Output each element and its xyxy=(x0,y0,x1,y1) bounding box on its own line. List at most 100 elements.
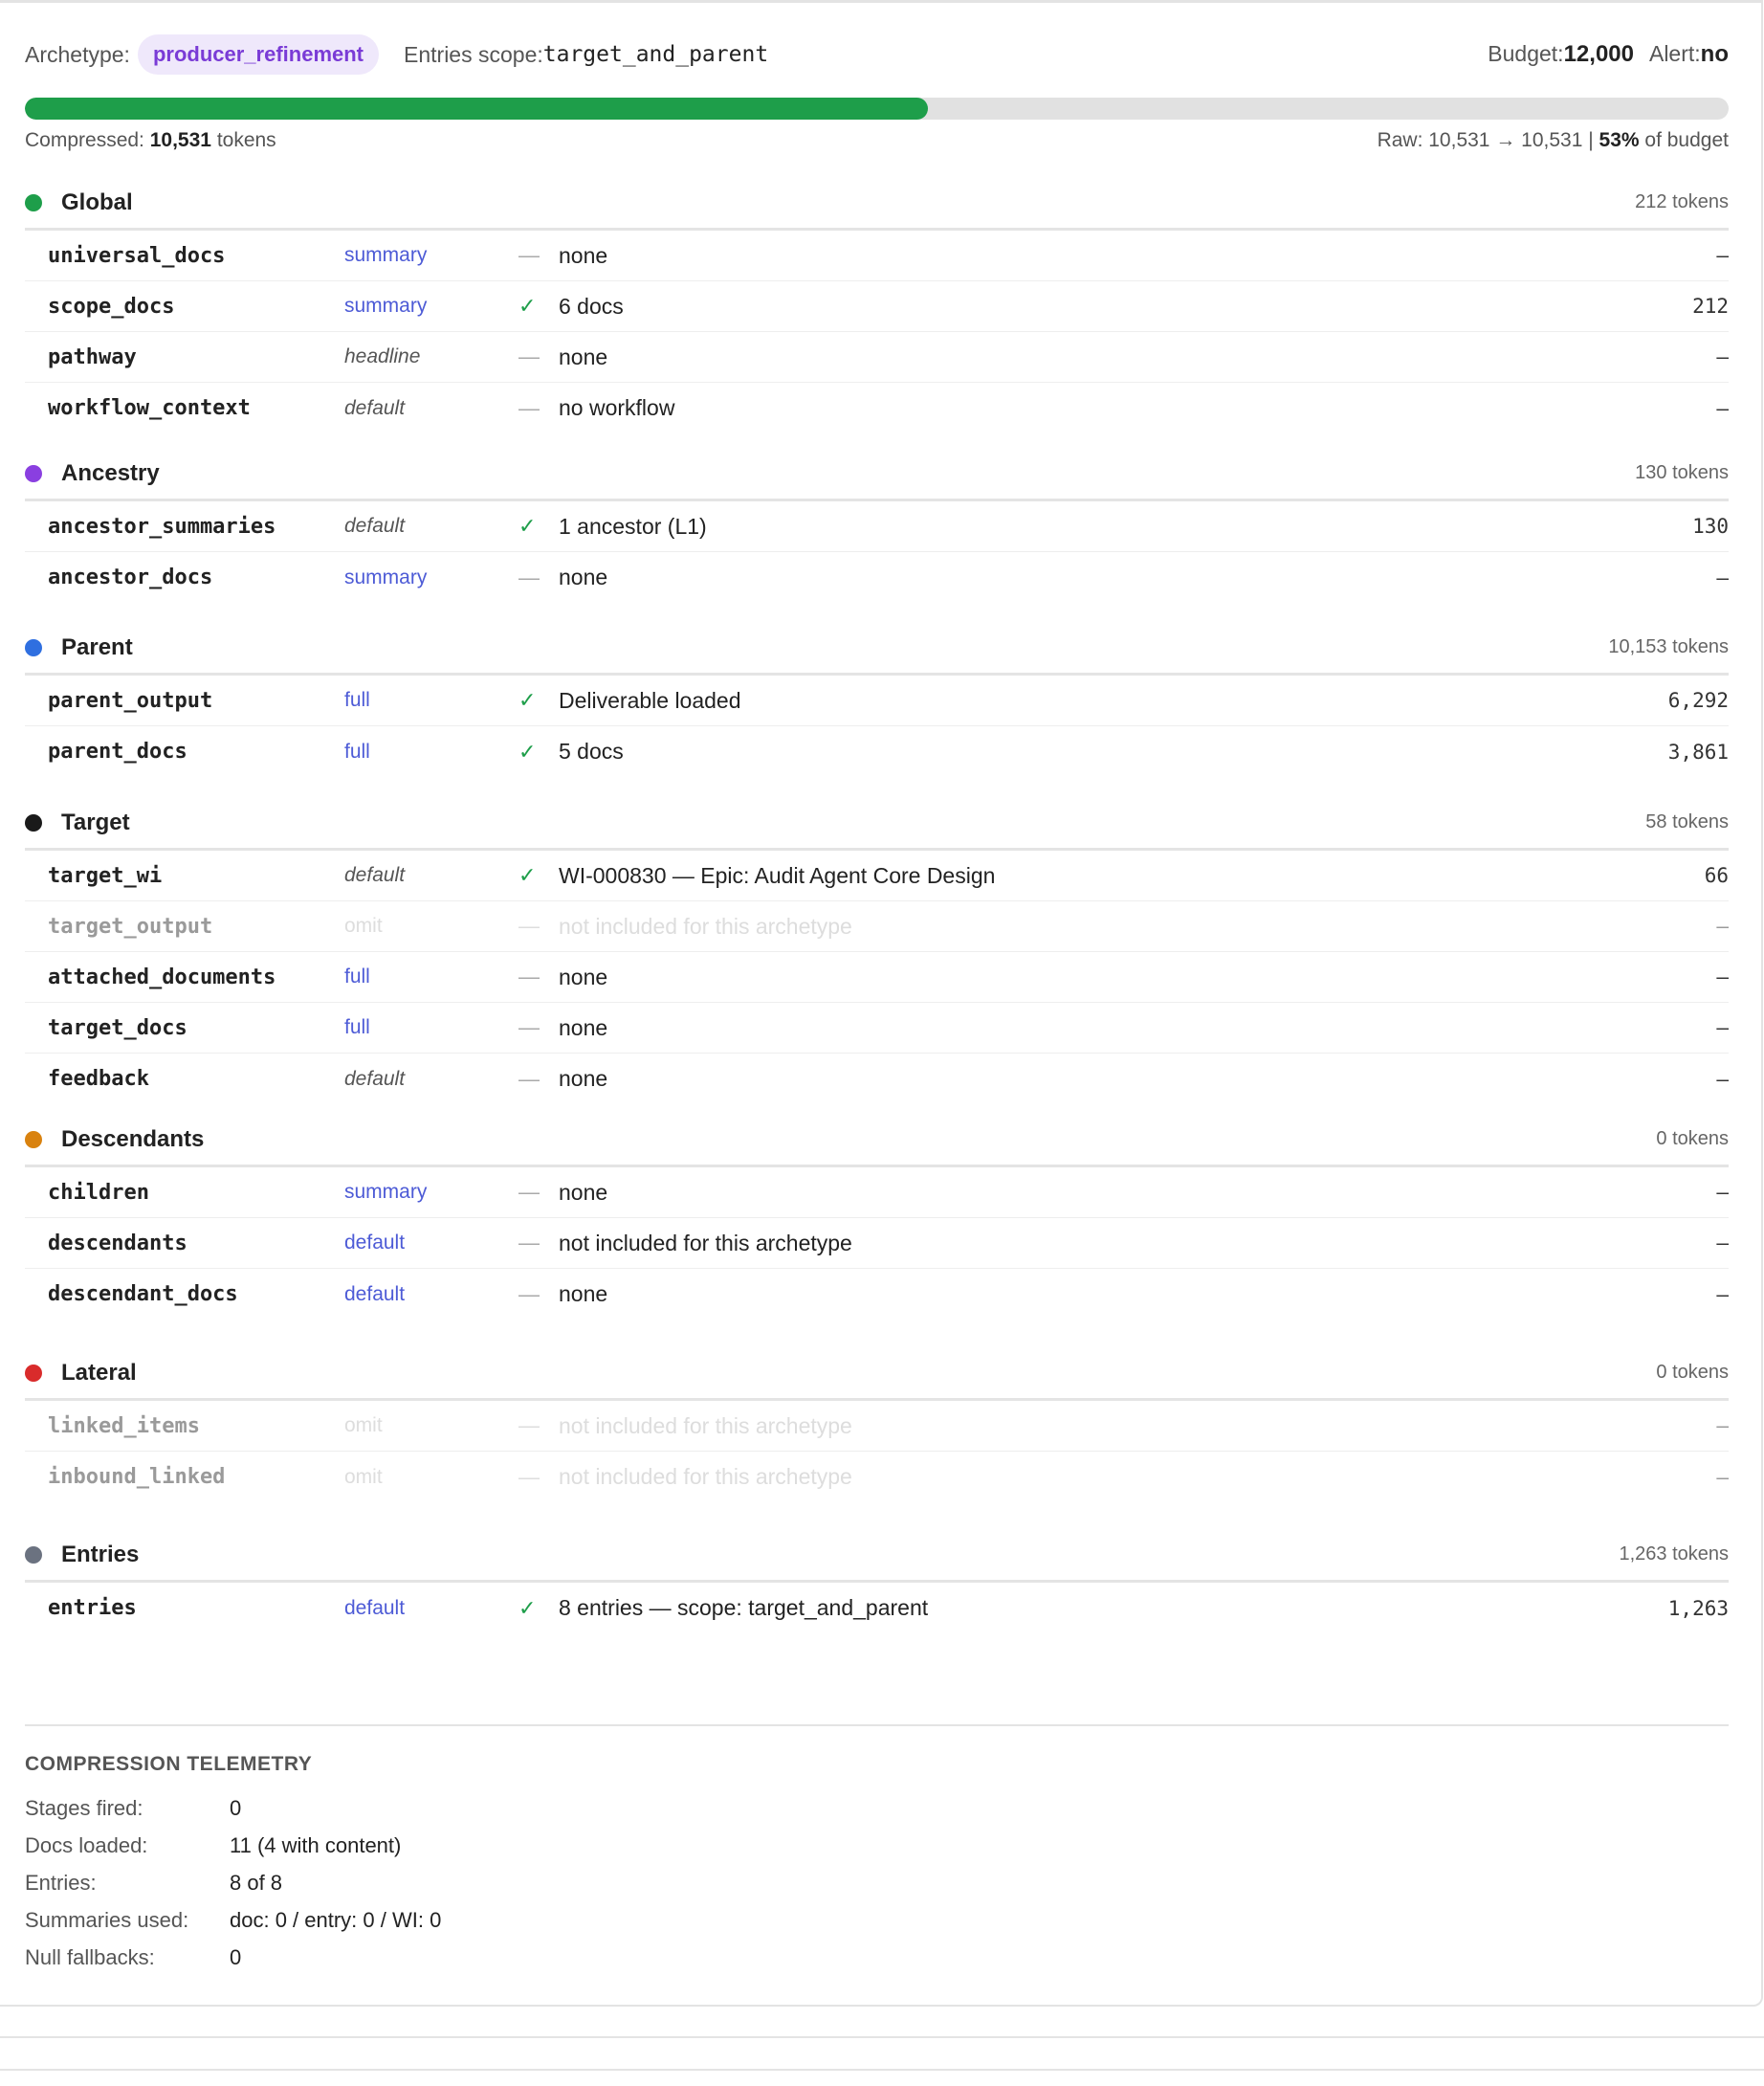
row-token-count: – xyxy=(1716,1067,1729,1091)
section-title: Descendants xyxy=(61,1125,205,1152)
telemetry-value: 0 xyxy=(230,1944,242,1969)
row-token-count: 66 xyxy=(1704,864,1729,887)
row-mode: summary xyxy=(344,566,428,588)
section-token-count: 58 tokens xyxy=(1645,811,1729,832)
row-name: target_output xyxy=(48,914,213,939)
section-rows: ancestor_summaries default ✓ 1 ancestor (L1… xyxy=(25,501,1729,603)
dash-icon: — xyxy=(518,1413,540,1437)
section-rows: universal_docs summary — none – scope_docs sum… xyxy=(25,231,1729,433)
section-dot-icon xyxy=(25,464,42,482)
context-budget-card: Archetype: producer_refinement Entries s… xyxy=(0,0,1763,2007)
dash-icon: — xyxy=(518,965,540,988)
row-description: not included for this archetype xyxy=(559,1230,852,1255)
section-global: Global 212 tokens universal_docs summary — no… xyxy=(25,177,1729,433)
row-token-count: – xyxy=(1716,1465,1729,1489)
section-entries: Entries 1,263 tokens entries default ✓ 8 entr… xyxy=(25,1529,1729,1633)
check-icon: ✓ xyxy=(518,514,537,538)
section-dot-icon xyxy=(25,193,42,211)
telemetry-row: Stages fired: 0 xyxy=(25,1789,1729,1827)
row-name: descendants xyxy=(48,1231,187,1255)
row-description: 5 docs xyxy=(559,739,624,764)
row-mode: omit xyxy=(344,1414,383,1436)
check-icon: ✓ xyxy=(518,739,537,764)
dash-icon: — xyxy=(518,565,540,589)
alert-label: Alert: xyxy=(1648,41,1701,66)
row-description: none xyxy=(559,565,608,589)
budget-header: Archetype: producer_refinement Entries s… xyxy=(25,33,1729,76)
row-mode: full xyxy=(344,689,370,711)
dash-icon: — xyxy=(518,1464,540,1489)
dash-icon: — xyxy=(518,1066,540,1091)
telemetry-row: Summaries used: doc: 0 / entry: 0 / WI: 0 xyxy=(25,1901,1729,1939)
check-icon: ✓ xyxy=(518,1595,537,1620)
row-token-count: – xyxy=(1716,1232,1729,1254)
row-mode: omit xyxy=(344,915,383,937)
section-title: Target xyxy=(61,809,130,835)
section-title: Global xyxy=(61,189,133,215)
budget-progress-fill xyxy=(25,98,928,120)
section-dot-icon xyxy=(25,1364,42,1382)
telemetry-label: Docs loaded: xyxy=(25,1832,148,1857)
row-description: not included for this archetype xyxy=(559,1412,852,1438)
check-icon: ✓ xyxy=(518,294,537,318)
row-mode: full xyxy=(344,740,370,763)
entries-scope-label: Entries scope: xyxy=(404,41,543,67)
telemetry-label: Summaries used: xyxy=(25,1907,189,1932)
raw-summary: Raw: 10,531 → 10,531 | 53% of budget xyxy=(1378,129,1729,152)
divider-line xyxy=(0,2036,1764,2038)
dash-icon: — xyxy=(518,395,540,420)
raw-suffix: of budget xyxy=(1644,129,1729,151)
telemetry-row: Entries: 8 of 8 xyxy=(25,1864,1729,1901)
row-token-count: 1,263 xyxy=(1667,1596,1729,1620)
row-description: not included for this archetype xyxy=(559,1464,852,1489)
section-rows: parent_output full ✓ Deliverable loaded 6,29… xyxy=(25,676,1729,777)
alert-value: no xyxy=(1700,41,1729,67)
budget-alert-group: Budget:12,000 Alert:no xyxy=(1488,41,1729,68)
section-descendants: Descendants 0 tokens children summary — none –… xyxy=(25,1114,1729,1320)
compressed-label: Compressed: xyxy=(25,129,144,151)
row-mode: omit xyxy=(344,1465,383,1488)
row-description: none xyxy=(559,964,608,989)
compression-telemetry: COMPRESSION TELEMETRY Stages fired: 0 Docs… xyxy=(25,1724,1729,1976)
section-dot-icon xyxy=(25,638,42,656)
entries-scope-value: target_and_parent xyxy=(542,42,769,67)
context-row-ancestor-summaries: ancestor_summaries default ✓ 1 ancestor (L1… xyxy=(25,501,1729,552)
section-rows: linked_items omit — not included for this a… xyxy=(25,1401,1729,1502)
row-mode: default xyxy=(344,864,406,886)
row-name: parent_output xyxy=(48,688,213,713)
row-mode: headline xyxy=(344,345,421,367)
context-row-descendants: descendants default — not included for this… xyxy=(25,1218,1729,1269)
row-description: 1 ancestor (L1) xyxy=(559,513,707,539)
row-name: linked_items xyxy=(48,1413,200,1438)
row-name: scope_docs xyxy=(48,294,175,319)
section-dot-icon xyxy=(25,1130,42,1148)
telemetry-value: 0 xyxy=(230,1795,242,1820)
check-icon: ✓ xyxy=(518,688,537,712)
row-token-count: 212 xyxy=(1692,295,1729,318)
section-header: Descendants 0 tokens xyxy=(25,1114,1729,1167)
telemetry-value: 11 (4 with content) xyxy=(230,1832,402,1857)
row-mode: default xyxy=(344,515,406,537)
dash-icon: — xyxy=(518,1231,540,1254)
token-summary: Compressed: 10,531 tokens Raw: 10,531 → … xyxy=(25,129,1729,152)
context-row-scope-docs: scope_docs summary ✓ 6 docs 212 xyxy=(25,281,1729,332)
raw-prefix: Raw: 10,531 → 10,531 | xyxy=(1377,129,1594,151)
row-name: target_docs xyxy=(48,1015,187,1040)
context-row-target-wi: target_wi default ✓ WI-000830 — Epic: Audit… xyxy=(25,851,1729,901)
dash-icon: — xyxy=(518,914,540,938)
section-token-count: 10,153 tokens xyxy=(1608,636,1729,657)
context-row-attached-documents: attached_documents full — none – xyxy=(25,952,1729,1003)
telemetry-title: COMPRESSION TELEMETRY xyxy=(25,1753,313,1775)
section-rows: children summary — none – descendants default —… xyxy=(25,1167,1729,1320)
context-row-parent-output: parent_output full ✓ Deliverable loaded 6,29… xyxy=(25,676,1729,726)
row-mode: summary xyxy=(344,295,428,317)
context-row-workflow-context: workflow_context default — no workflow – xyxy=(25,383,1729,433)
row-token-count: 3,861 xyxy=(1667,740,1729,764)
row-token-count: – xyxy=(1716,396,1729,420)
row-name: workflow_context xyxy=(48,396,251,420)
context-row-target-output: target_output omit — not included for this … xyxy=(25,901,1729,952)
row-mode: default xyxy=(344,1596,406,1619)
budget-label: Budget: xyxy=(1488,41,1564,66)
archetype-badge: producer_refinement xyxy=(137,34,380,75)
row-token-count: – xyxy=(1716,1282,1729,1306)
